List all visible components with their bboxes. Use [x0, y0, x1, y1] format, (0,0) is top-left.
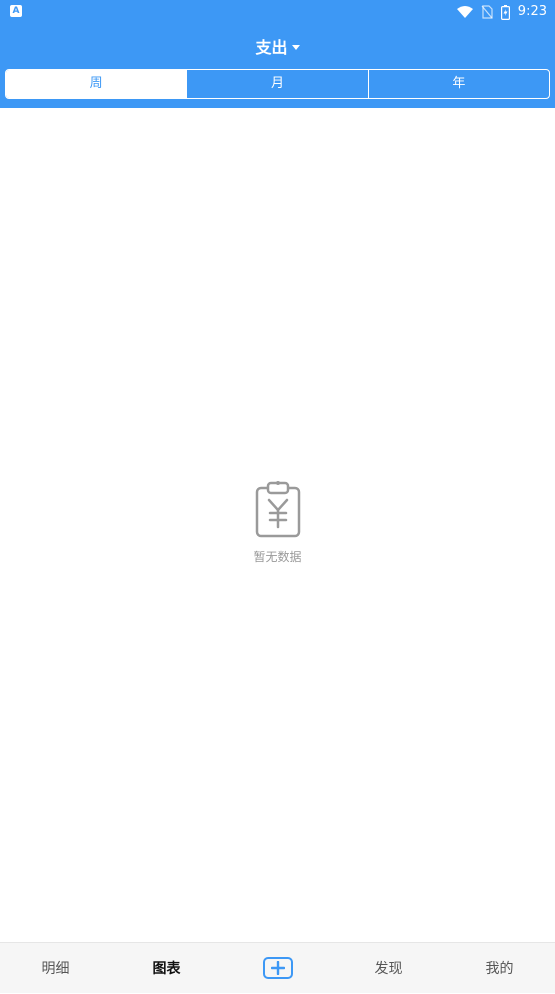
tabbar-item-discover[interactable]: 发现: [333, 943, 444, 994]
status-icons: 9:23: [456, 3, 547, 21]
add-icon: [270, 961, 285, 975]
page-title: 支出: [255, 38, 288, 57]
type-selector[interactable]: 支出: [0, 34, 555, 58]
status-time: 9:23: [517, 4, 547, 19]
no-sim-icon: [481, 5, 493, 19]
wifi-icon: [456, 6, 473, 18]
chart-content-area: 暂无数据: [0, 108, 555, 942]
caret-down-icon: [291, 44, 300, 50]
bottom-tabbar: 明细 图表 发现 我的: [0, 942, 555, 993]
add-button[interactable]: [262, 957, 293, 979]
tabbar-item-add[interactable]: [222, 943, 333, 994]
tabbar-item-charts[interactable]: 图表: [111, 943, 222, 994]
tabbar-item-details[interactable]: 明细: [0, 943, 111, 994]
battery-charging-icon: [500, 4, 510, 20]
empty-state: 暂无数据: [0, 480, 555, 565]
empty-state-text: 暂无数据: [253, 550, 302, 564]
status-bar: A 9:23: [0, 0, 555, 24]
tab-year[interactable]: 年: [367, 70, 549, 98]
notification-app-icon: A: [10, 5, 22, 17]
clipboard-yen-icon: [255, 481, 300, 538]
period-tabs: 周 月 年: [5, 69, 550, 99]
app-header: 支出 周 月 年: [0, 24, 555, 108]
tab-week[interactable]: 周: [6, 70, 187, 98]
tabbar-item-mine[interactable]: 我的: [444, 943, 555, 994]
tab-month[interactable]: 月: [186, 70, 367, 98]
